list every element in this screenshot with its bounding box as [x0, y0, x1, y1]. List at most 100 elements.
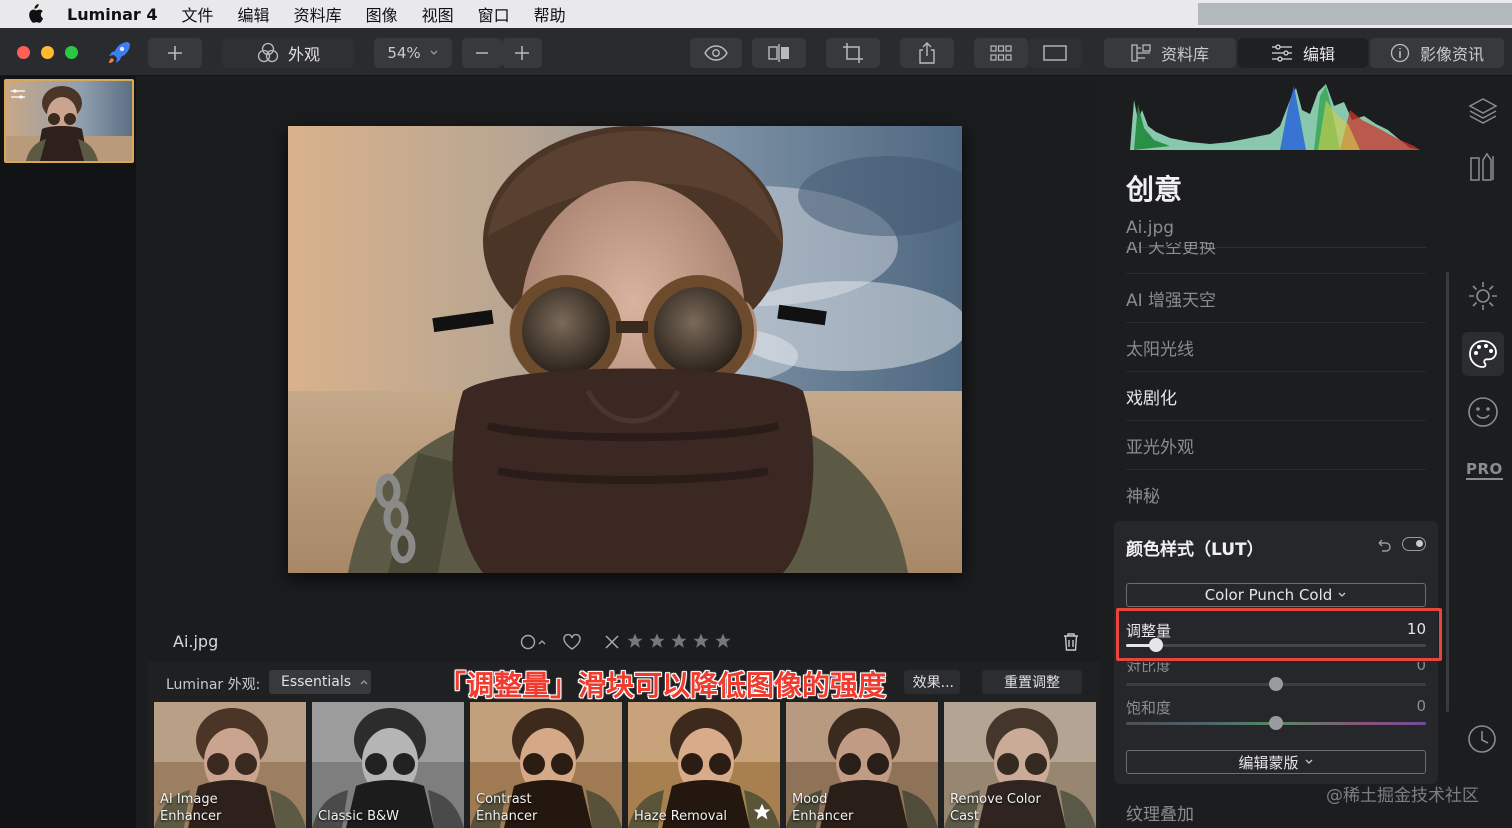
reset-adjustments-label: 重置调整 — [1004, 675, 1060, 691]
toggle-knob — [1416, 540, 1423, 547]
menu-library[interactable]: 资料库 — [294, 2, 342, 26]
look-tile-remove-color-cast[interactable]: Remove Color Cast — [944, 702, 1096, 828]
main-photo[interactable] — [288, 126, 962, 573]
single-view-button[interactable] — [1028, 38, 1082, 68]
palette-icon — [1469, 340, 1497, 368]
star-icon[interactable] — [692, 632, 710, 650]
menu-edit[interactable]: 编辑 — [238, 2, 270, 26]
menu-help[interactable]: 帮助 — [534, 2, 566, 26]
menu-view[interactable]: 视图 — [422, 2, 454, 26]
tool-row-label: 戏剧化 — [1126, 388, 1177, 409]
tab-edit[interactable]: 编辑 — [1238, 38, 1368, 68]
canvas-tools-icon[interactable] — [1468, 152, 1498, 188]
undo-icon[interactable] — [1376, 537, 1392, 557]
save-look-button[interactable]: 效果... — [904, 670, 960, 694]
look-tile-classic-bw[interactable]: Classic B&W — [312, 702, 464, 828]
eye-icon — [704, 45, 728, 61]
history-clock-icon[interactable] — [1467, 724, 1497, 758]
amount-slider[interactable] — [1126, 644, 1426, 647]
look-tile-mood-enhancer[interactable]: Mood Enhancer — [786, 702, 938, 828]
creative-palette-button[interactable] — [1462, 332, 1504, 376]
tutorial-annotation: 「调整量」滑块可以降低图像的强度 — [437, 669, 887, 703]
star-icon[interactable] — [714, 632, 732, 650]
tool-row-ai-sky-replacement[interactable]: AI 天空更换 — [1126, 242, 1426, 258]
reject-button[interactable] — [604, 634, 620, 654]
minimize-window-button[interactable] — [41, 46, 54, 59]
chevron-down-icon — [430, 50, 438, 55]
look-tile-ai-image-enhancer[interactable]: AI Image Enhancer — [154, 702, 306, 828]
tool-row-mystical[interactable]: 神秘 — [1126, 470, 1426, 519]
app-name-menu[interactable]: Luminar 4 — [67, 5, 158, 24]
circle-flag-icon — [520, 634, 546, 650]
tool-row-texture-overlay[interactable]: 纹理叠加 — [1126, 800, 1194, 825]
close-window-button[interactable] — [17, 46, 30, 59]
menu-window[interactable]: 窗口 — [478, 2, 510, 26]
look-tile-haze-removal[interactable]: Haze Removal — [628, 702, 780, 828]
look-tile-label: Contrast Enhancer — [476, 792, 538, 824]
reset-adjustments-button[interactable]: 重置调整 — [982, 670, 1082, 694]
tool-row-dramatic[interactable]: 戏剧化 — [1126, 372, 1426, 421]
zoom-window-button[interactable] — [65, 46, 78, 59]
favorite-button[interactable] — [563, 633, 581, 654]
amount-slider-knob[interactable] — [1149, 638, 1163, 652]
status-area — [1198, 3, 1512, 25]
looks-button[interactable]: 外观 — [222, 38, 354, 68]
delete-button[interactable] — [1062, 632, 1080, 656]
zoom-value: 54% — [387, 44, 421, 62]
layers-icon[interactable] — [1468, 96, 1498, 130]
look-tile-contrast-enhancer[interactable]: Contrast Enhancer — [470, 702, 622, 828]
amount-value: 10 — [1406, 620, 1426, 638]
zoom-in-button[interactable] — [502, 38, 542, 68]
tab-info[interactable]: 影像资讯 — [1370, 38, 1504, 68]
portrait-face-icon[interactable] — [1467, 396, 1499, 432]
tool-row-matte-look[interactable]: 亚光外观 — [1126, 421, 1426, 470]
flag-button[interactable] — [520, 634, 548, 654]
tool-row-sunrays[interactable]: 太阳光线 — [1126, 323, 1426, 372]
star-icon[interactable] — [648, 632, 666, 650]
tab-library-label: 资料库 — [1160, 45, 1209, 64]
star-icon[interactable] — [752, 802, 772, 822]
rocket-icon[interactable] — [106, 40, 132, 70]
photo-footer: Ai.jpg — [136, 620, 1100, 662]
star-icon[interactable] — [626, 632, 644, 650]
edit-mask-button[interactable]: 编辑蒙版 — [1126, 750, 1426, 774]
tool-row-label: 亚光外观 — [1126, 437, 1194, 458]
share-button[interactable] — [900, 38, 954, 68]
tool-toggle-switch[interactable] — [1402, 537, 1426, 551]
looks-collection-select[interactable]: Essentials — [269, 670, 371, 694]
saturation-slider-knob[interactable] — [1269, 716, 1283, 730]
compare-button[interactable] — [752, 38, 806, 68]
amount-label: 调整量 — [1126, 622, 1172, 640]
crop-icon — [843, 43, 863, 63]
tab-library[interactable]: 资料库 — [1104, 38, 1236, 68]
look-tile-label: Haze Removal — [634, 809, 728, 824]
zoom-select[interactable]: 54% — [374, 38, 452, 68]
contrast-row: 对比度 0 — [1126, 662, 1426, 672]
canvas-file-name: Ai.jpg — [173, 632, 219, 651]
rating-stars[interactable] — [626, 632, 732, 650]
add-photos-button[interactable] — [148, 38, 202, 68]
crop-button[interactable] — [826, 38, 880, 68]
chevron-up-icon — [360, 680, 368, 685]
menu-file[interactable]: 文件 — [182, 2, 214, 26]
tab-info-label: 影像资讯 — [1419, 45, 1484, 64]
toolbar: 外观 54% 资料库 编辑 影像资讯 — [0, 28, 1512, 76]
chevron-down-icon — [1338, 592, 1346, 597]
panel-scrollbar[interactable] — [1446, 272, 1449, 712]
photo-thumbnail[interactable] — [4, 79, 134, 163]
essentials-sun-icon[interactable] — [1467, 280, 1499, 316]
tool-row-ai-sky-enhancer[interactable]: AI 增强天空 — [1126, 274, 1426, 323]
star-icon[interactable] — [670, 632, 688, 650]
contrast-slider-knob[interactable] — [1269, 677, 1283, 691]
tool-category-sidebar: PRO — [1454, 76, 1512, 828]
menu-image[interactable]: 图像 — [366, 2, 398, 26]
apple-icon[interactable] — [25, 4, 47, 24]
preview-toggle-button[interactable] — [690, 38, 742, 68]
tool-row-label: 太阳光线 — [1126, 339, 1194, 360]
pro-tools-button[interactable]: PRO — [1466, 460, 1503, 480]
lut-preset-select[interactable]: Color Punch Cold — [1126, 583, 1426, 607]
panel-file-name: Ai.jpg — [1126, 218, 1175, 238]
zoom-out-button[interactable] — [462, 38, 502, 68]
contrast-value: 0 — [1416, 662, 1426, 672]
grid-view-button[interactable] — [974, 38, 1028, 68]
